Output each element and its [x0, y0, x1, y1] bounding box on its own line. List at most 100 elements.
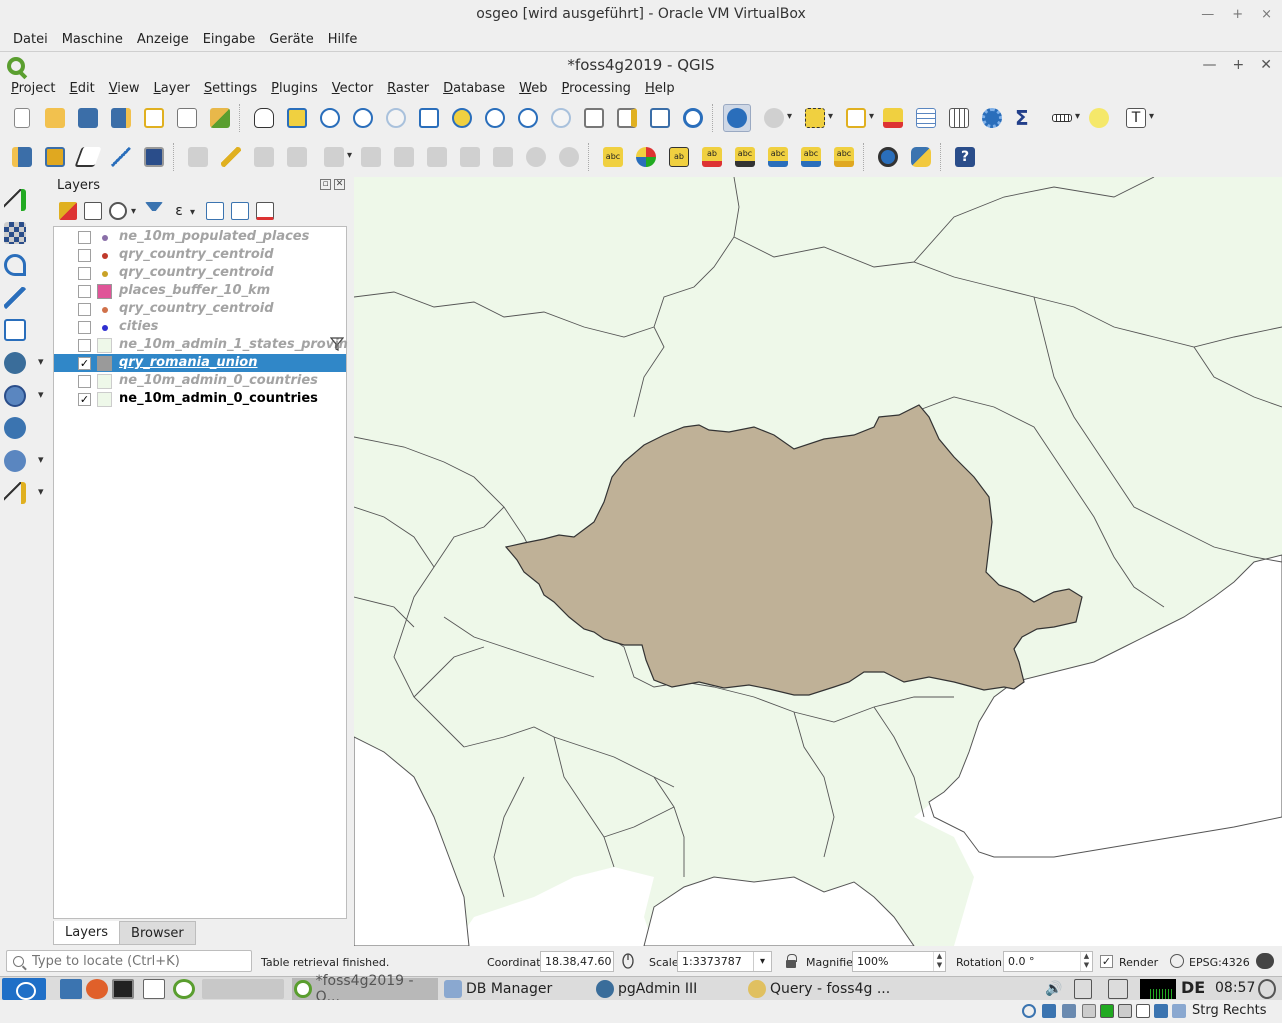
layer-visibility-checkbox[interactable]: [78, 285, 91, 298]
new-3d-view-button[interactable]: [613, 104, 641, 132]
vm-menu-hilfe[interactable]: Hilfe: [328, 32, 358, 47]
vertex-tool-button[interactable]: [316, 143, 352, 171]
cut-features-button[interactable]: [423, 143, 451, 171]
spin-arrows-icon[interactable]: ▲ ▼: [933, 952, 945, 971]
deselect-button[interactable]: [879, 104, 907, 132]
layer-row[interactable]: qry_country_centroid: [54, 300, 346, 318]
audio-icon[interactable]: [1062, 1004, 1076, 1018]
firefox-icon[interactable]: [86, 979, 108, 999]
hard-disk-icon[interactable]: [1022, 1004, 1036, 1018]
undo-button[interactable]: [522, 143, 550, 171]
spin-arrows-icon[interactable]: ▲ ▼: [1080, 952, 1092, 971]
filter-legend-icon[interactable]: [145, 202, 163, 220]
save-as-button[interactable]: [107, 104, 135, 132]
vm-menu-datei[interactable]: Datei: [13, 32, 48, 47]
menu-database[interactable]: Database: [443, 81, 505, 96]
statistics-button[interactable]: Σ: [1011, 104, 1039, 132]
menu-layer[interactable]: Layer: [154, 81, 190, 96]
chevron-down-icon[interactable]: ▾: [753, 952, 771, 971]
pin-labels-button[interactable]: ab: [698, 143, 726, 171]
keyboard-layout[interactable]: DE: [1181, 978, 1205, 997]
usb-icon[interactable]: [1100, 1004, 1114, 1018]
zoom-to-selection-button[interactable]: [448, 104, 476, 132]
new-map-view-button[interactable]: [580, 104, 608, 132]
window-icon[interactable]: [143, 979, 165, 999]
select-features-button[interactable]: [797, 104, 833, 132]
layer-row[interactable]: ne_10m_populated_places: [54, 228, 346, 246]
crs-globe-icon[interactable]: [1170, 954, 1184, 968]
float-panel-icon[interactable]: ▫: [320, 179, 331, 190]
menu-project[interactable]: Project: [11, 81, 56, 96]
text-annotation-button[interactable]: T: [1118, 104, 1154, 132]
attribute-table-button[interactable]: [912, 104, 940, 132]
qgis-launcher-icon[interactable]: [173, 979, 195, 999]
minimize-icon[interactable]: —: [1201, 7, 1214, 22]
zoom-full-button[interactable]: [415, 104, 443, 132]
style-manager-button[interactable]: [206, 104, 234, 132]
tab-layers[interactable]: Layers: [53, 921, 121, 945]
layout-manager-button[interactable]: [173, 104, 201, 132]
menu-help[interactable]: Help: [645, 81, 675, 96]
zoom-to-layer-button[interactable]: [481, 104, 509, 132]
add-feature-button[interactable]: [283, 143, 311, 171]
field-calculator-button[interactable]: [945, 104, 973, 132]
add-postgis-button[interactable]: [4, 349, 44, 377]
power-icon[interactable]: [1258, 979, 1276, 999]
zoom-native-button[interactable]: [382, 104, 410, 132]
layer-row[interactable]: ✓ ne_10m_admin_0_countries: [54, 390, 346, 408]
vm-menu-eingabe[interactable]: Eingabe: [203, 32, 256, 47]
layer-visibility-checkbox[interactable]: [78, 321, 91, 334]
map-tips-button[interactable]: [1085, 104, 1113, 132]
spatial-bookmarks-button[interactable]: [646, 104, 674, 132]
digitize-line-button[interactable]: [107, 143, 135, 171]
run-action-button[interactable]: [756, 104, 792, 132]
zoom-next-button[interactable]: [547, 104, 575, 132]
layer-row[interactable]: ne_10m_admin_0_countries: [54, 372, 346, 390]
menu-view[interactable]: View: [109, 81, 140, 96]
zoom-last-button[interactable]: [514, 104, 542, 132]
highlight-pinned-button[interactable]: ab: [665, 143, 693, 171]
add-mesh-layer-button[interactable]: [4, 251, 34, 279]
layer-row[interactable]: places_buffer_10_km: [54, 282, 346, 300]
layer-visibility-checkbox[interactable]: [78, 375, 91, 388]
scale-combobox[interactable]: 1:3373787 ▾: [677, 951, 772, 972]
identify-button[interactable]: [723, 104, 751, 132]
expand-all-icon[interactable]: [206, 202, 224, 220]
task-query[interactable]: Query - foss4g ...: [746, 978, 896, 1000]
refresh-button[interactable]: [679, 104, 707, 132]
magnifier-spinbox[interactable]: 100% ▲ ▼: [852, 951, 946, 972]
shared-folders-icon[interactable]: [1118, 1004, 1132, 1018]
layer-row[interactable]: cities: [54, 318, 346, 336]
menu-vector[interactable]: Vector: [332, 81, 373, 96]
new-project-button[interactable]: [8, 104, 36, 132]
layer-visibility-checkbox[interactable]: [78, 303, 91, 316]
pan-to-selection-button[interactable]: [283, 104, 311, 132]
save-project-button[interactable]: [74, 104, 102, 132]
network-adapter-icon[interactable]: [1082, 1004, 1096, 1018]
optical-drive-icon[interactable]: [1042, 1004, 1056, 1018]
move-label-button[interactable]: abc: [764, 143, 792, 171]
coordinate-field[interactable]: 18.38,47.60: [540, 951, 614, 972]
add-wfs-button[interactable]: [4, 447, 44, 475]
add-raster-layer-button[interactable]: [4, 219, 34, 247]
metasearch-button[interactable]: [874, 143, 902, 171]
new-geopackage-layer-button[interactable]: [41, 143, 69, 171]
menu-settings[interactable]: Settings: [204, 81, 257, 96]
map-canvas[interactable]: [354, 177, 1282, 946]
zoom-out-button[interactable]: [349, 104, 377, 132]
add-virtual-layer-button[interactable]: [4, 479, 44, 507]
mouse-icon[interactable]: [620, 953, 636, 969]
layer-visibility-checkbox-checked[interactable]: ✓: [78, 357, 91, 370]
vm-menu-geraete[interactable]: Geräte: [269, 32, 313, 47]
menu-raster[interactable]: Raster: [387, 81, 429, 96]
capture-icon[interactable]: [1154, 1004, 1168, 1018]
close-icon[interactable]: ✕: [1260, 57, 1272, 73]
diagram-button[interactable]: [632, 143, 660, 171]
open-project-button[interactable]: [41, 104, 69, 132]
manage-visibility-icon[interactable]: [109, 202, 136, 220]
show-hide-labels-button[interactable]: abc: [731, 143, 759, 171]
menu-plugins[interactable]: Plugins: [271, 81, 318, 96]
maximize-icon[interactable]: +: [1233, 57, 1245, 73]
clock[interactable]: 08:57: [1215, 980, 1255, 996]
toggle-editing-button[interactable]: [217, 143, 245, 171]
